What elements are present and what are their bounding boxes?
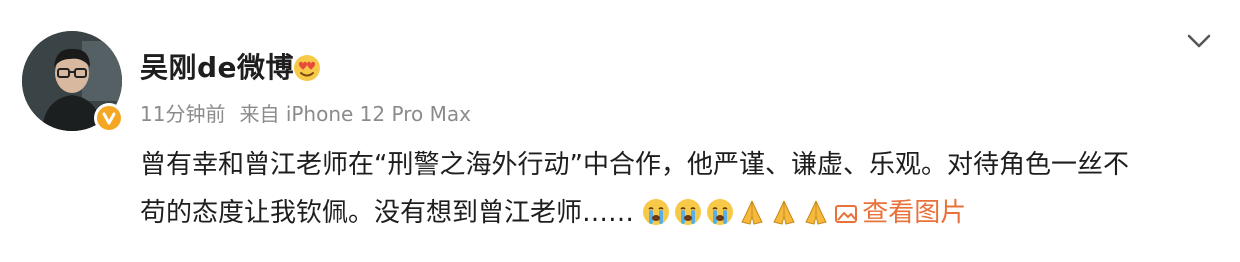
post-text-line-1: 曾有幸和曾江老师在“刑警之海外行动”中合作，他严谨、谦虚、乐观。对待角色一丝不 — [140, 150, 1129, 180]
post-text-line-2-text: 苟的态度让我钦佩。没有想到曾江老师…… — [140, 198, 635, 228]
folded-hands-icon — [738, 194, 766, 225]
verified-badge-icon — [94, 103, 124, 133]
image-icon — [835, 205, 858, 223]
view-images-link[interactable]: 查看图片 — [834, 198, 966, 228]
heart-eyes-badge-icon — [290, 52, 324, 82]
post-meta: 11分钟前 来自 iPhone 12 Pro Max — [140, 98, 471, 127]
avatar[interactable] — [22, 31, 124, 133]
author-name[interactable]: 吴刚de微博 — [140, 46, 294, 86]
crying-face-icon — [642, 194, 670, 225]
crying-face-icon — [706, 194, 734, 225]
source-prefix: 来自 — [239, 102, 280, 126]
post-text: 曾有幸和曾江老师在“刑警之海外行动”中合作，他严谨、谦虚、乐观。对待角色一丝不 … — [140, 141, 1210, 237]
source-device: iPhone 12 Pro Max — [285, 102, 471, 126]
folded-hands-icon — [802, 194, 830, 225]
post-time[interactable]: 11分钟前 — [140, 102, 225, 126]
folded-hands-icon — [770, 194, 798, 225]
view-images-label: 查看图片 — [862, 198, 967, 228]
post-text-line-2: 苟的态度让我钦佩。没有想到曾江老师…… 查看图片 — [140, 189, 1210, 237]
crying-face-icon — [674, 194, 702, 225]
weibo-post-card: 吴刚de微博 11分钟前 来自 iPhone 12 Pro Max 曾有幸和曾江老… — [0, 0, 1240, 262]
chevron-down-icon[interactable] — [1184, 30, 1214, 52]
